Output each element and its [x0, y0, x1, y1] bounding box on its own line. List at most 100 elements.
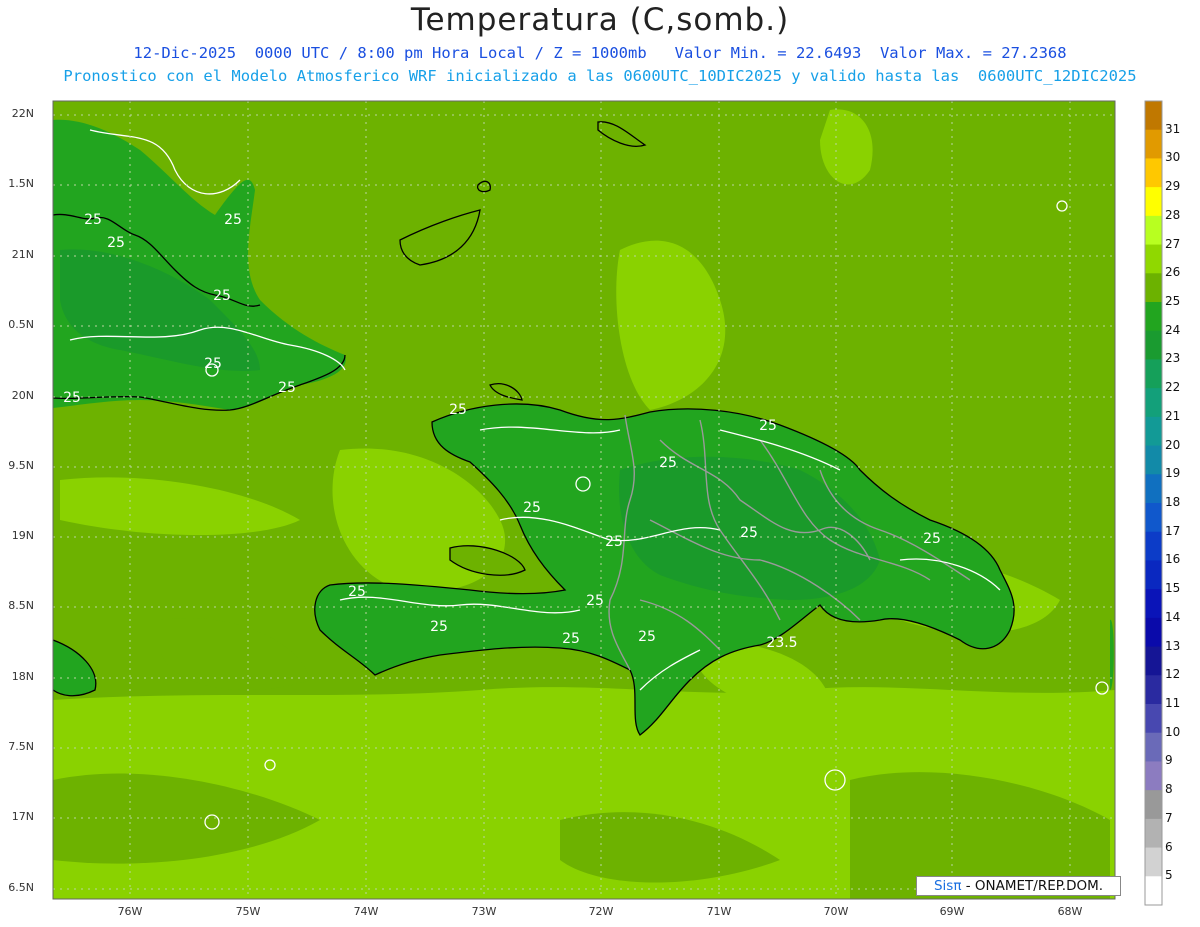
- colorbar-label: 27: [1165, 236, 1181, 251]
- colorbar-label: 18: [1165, 495, 1181, 509]
- credit-text: - ONAMET/REP.DOM.: [961, 878, 1104, 894]
- credit-brand: Sis: [933, 878, 954, 894]
- credit-box: Sis π - ONAMET/REP.DOM.: [916, 876, 1121, 896]
- latitude-label: 21N: [11, 248, 34, 261]
- colorbar-label: 26: [1165, 265, 1181, 280]
- latitude-label: 22N: [11, 107, 34, 120]
- colorbar-swatch: [1145, 531, 1162, 561]
- latitude-label: 7.5N: [8, 740, 34, 753]
- colorbar-swatch: [1145, 818, 1162, 849]
- colorbar-swatch: [1145, 158, 1162, 188]
- temperature-map: 25 25 25 25 25 25 25 25 25 25 25 25 25 25 25 25 25 25 25 23…: [52, 100, 1163, 906]
- colorbar-swatch: [1145, 560, 1162, 590]
- pi-icon: π: [953, 878, 962, 894]
- contour-label: 25: [562, 631, 580, 647]
- longitude-label: 70W: [823, 905, 849, 918]
- latitude-label: 6.5N: [8, 881, 34, 894]
- longitude-label: 74W: [353, 905, 379, 918]
- contour-label: 25: [605, 534, 623, 550]
- colorbar-label: 20: [1165, 437, 1181, 452]
- colorbar-label: 25: [1165, 294, 1181, 308]
- contour-label: 25: [107, 235, 125, 251]
- contour-label: 25: [923, 531, 941, 547]
- latitude-label: 9.5N: [8, 459, 34, 472]
- colorbar-label: 16: [1165, 552, 1181, 567]
- colorbar-label: 7: [1165, 810, 1173, 825]
- colorbar-swatch: [1145, 302, 1162, 332]
- colorbar-label: 28: [1165, 207, 1181, 222]
- colorbar-label: 19: [1165, 466, 1181, 481]
- colorbar-swatch: [1145, 416, 1162, 447]
- contour-label: 25: [523, 500, 541, 516]
- colorbar-swatch: [1145, 129, 1162, 159]
- colorbar-swatch: [1145, 273, 1162, 303]
- colorbar-swatch: [1145, 359, 1162, 389]
- colorbar-label: 17: [1165, 523, 1181, 538]
- colorbar-label: 8: [1165, 782, 1173, 797]
- colorbar-swatch: [1145, 790, 1162, 820]
- colorbar-label: 29: [1165, 179, 1181, 194]
- longitude-label: 68W: [1057, 905, 1083, 918]
- latitude-label: 1.5N: [8, 177, 34, 190]
- contour-label: 25: [759, 418, 777, 434]
- contour-label: 25: [449, 402, 467, 418]
- longitude-label: 71W: [706, 905, 732, 918]
- colorbar-swatch: [1145, 847, 1162, 877]
- colorbar-swatch: [1145, 388, 1162, 418]
- colorbar-label: 22: [1165, 380, 1181, 395]
- colorbar-swatch: [1145, 445, 1162, 475]
- colorbar-swatch: [1145, 244, 1162, 274]
- colorbar-swatch: [1145, 646, 1162, 676]
- latitude-label: 0.5N: [8, 318, 34, 331]
- colorbar-swatch: [1145, 215, 1162, 246]
- colorbar-swatch: [1145, 732, 1162, 762]
- contour-label: 25: [213, 288, 231, 304]
- colorbar-swatch: [1145, 617, 1162, 648]
- colorbar-swatch: [1145, 503, 1162, 533]
- colorbar-label: 9: [1165, 753, 1173, 768]
- contour-label: 25: [63, 390, 81, 406]
- map-plot-area: 25 25 25 25 25 25 25 25 25 25 25 25 25 25 25 25 25 25 25 23…: [53, 101, 1115, 899]
- longitude-label: 76W: [117, 905, 143, 918]
- latitude-label: 19N: [11, 529, 34, 542]
- longitude-label: 69W: [939, 905, 965, 918]
- colorbar-label: 14: [1165, 609, 1181, 624]
- contour-label: 25: [740, 525, 758, 541]
- colorbar-label: 13: [1165, 638, 1181, 653]
- colorbar-label: 23: [1165, 351, 1181, 366]
- latitude-label: 8.5N: [8, 599, 34, 612]
- contour-label: 25: [586, 593, 604, 609]
- colorbar-label: 31: [1165, 121, 1181, 136]
- colorbar-label: 10: [1165, 724, 1181, 739]
- colorbar-swatch: [1145, 101, 1162, 131]
- colorbar-label: 11: [1165, 696, 1181, 710]
- colorbar-label: 30: [1165, 150, 1181, 165]
- colorbar-swatch: [1145, 187, 1162, 217]
- contour-label: 25: [278, 380, 296, 396]
- longitude-label: 72W: [588, 905, 614, 918]
- colorbar-swatch: [1145, 761, 1162, 791]
- contour-label: 25: [84, 212, 102, 228]
- colorbar-label: 6: [1165, 839, 1173, 854]
- contour-label: 25: [348, 584, 366, 600]
- colorbar-label: 5: [1165, 868, 1173, 883]
- longitude-label: 75W: [235, 905, 261, 918]
- colorbar-label: 21: [1165, 408, 1181, 423]
- colorbar-swatch: [1145, 330, 1162, 360]
- contour-label: 25: [430, 619, 448, 635]
- contour-label: 25: [659, 455, 677, 471]
- latitude-label: 18N: [11, 670, 34, 683]
- colorbar-label: 12: [1165, 667, 1181, 682]
- contour-label: 25: [224, 212, 242, 228]
- colorbar-label: 15: [1165, 581, 1181, 596]
- contour-label: 23.5: [766, 635, 797, 651]
- contour-label: 25: [204, 356, 222, 372]
- colorbar: [1144, 100, 1163, 906]
- colorbar-swatch: [1145, 589, 1162, 619]
- colorbar-swatch: [1145, 876, 1162, 906]
- colorbar-swatch: [1145, 704, 1162, 734]
- colorbar-swatch: [1145, 474, 1162, 504]
- latitude-label: 20N: [11, 389, 34, 402]
- longitude-label: 73W: [471, 905, 497, 918]
- contour-label: 25: [638, 629, 656, 645]
